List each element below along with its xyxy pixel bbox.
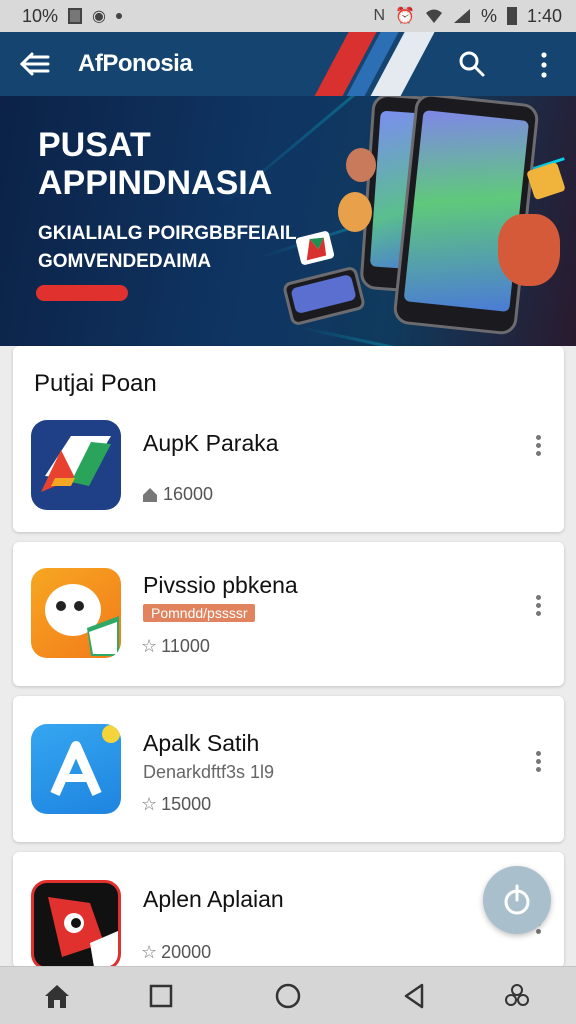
app-icon[interactable] <box>31 880 121 970</box>
battery-icon <box>506 7 517 25</box>
more-options-icon[interactable] <box>526 748 550 780</box>
app-rating: ☆ 15000 <box>141 794 211 815</box>
app-rating-value: 15000 <box>161 794 212 814</box>
wifi-icon <box>425 9 442 23</box>
more-options-icon[interactable] <box>526 592 550 624</box>
app-name: Aplen Aplaian <box>143 886 284 912</box>
promo-banner[interactable]: PUSAT APPINDNASIA GKIALIALG POIRGBBFEIAI… <box>0 96 576 346</box>
assistant-icon[interactable] <box>502 981 532 1011</box>
power-icon <box>504 884 530 915</box>
app-rating: ☆ 20000 <box>141 942 211 963</box>
status-left-text: 10% <box>22 5 59 26</box>
floating-action-button[interactable] <box>483 866 551 934</box>
nfc-icon: N <box>373 7 386 24</box>
more-vert-icon[interactable] <box>532 50 556 80</box>
banner-title: PUSAT APPINDNASIA <box>38 126 272 202</box>
status-time: 1:40 <box>526 5 562 26</box>
home-icon <box>143 487 157 502</box>
banner-cta-bar[interactable] <box>36 285 128 301</box>
app-bar: AfPonosia <box>0 32 576 96</box>
notification-dot-icon <box>116 13 122 19</box>
cell-signal-icon <box>453 9 470 23</box>
star-icon: ☆ <box>141 636 158 656</box>
gallery-icon <box>68 8 83 24</box>
app-card[interactable]: Putjai Poan AupK Paraka 16000 <box>13 346 564 532</box>
dog-mascot-icon <box>338 192 372 232</box>
app-rating-value: 11000 <box>161 636 210 656</box>
eye-icon: ◉ <box>92 8 106 25</box>
back-arrow-icon[interactable] <box>18 50 50 78</box>
star-icon: ☆ <box>141 942 158 962</box>
banner-subtitle: GKIALIALG POIRGBBFEIAIL GOMVENDEDAIMA <box>38 220 297 276</box>
status-bar: 10% ◉ N ⏰ % 1:40 <box>0 0 576 32</box>
app-logo-icon <box>295 230 335 266</box>
app-rating: 16000 <box>141 484 213 505</box>
system-nav-bar <box>0 966 576 1024</box>
app-rating-value: 20000 <box>161 942 212 962</box>
app-title: AfPonosia <box>78 50 193 77</box>
app-icon[interactable] <box>31 724 121 814</box>
app-rating: ☆ 11000 <box>141 636 210 657</box>
app-developer: Denarkdftf3s 1l9 <box>143 762 275 782</box>
home-circle-icon[interactable] <box>273 981 303 1011</box>
banner-title-line: APPINDNASIA <box>38 164 273 202</box>
search-icon[interactable] <box>458 50 486 78</box>
app-name: AupK Paraka <box>143 430 279 456</box>
character-mascot-icon <box>346 148 376 182</box>
banner-title-line: PUSAT <box>38 126 151 164</box>
app-card[interactable]: Aplen Aplaian ☆ 20000 <box>13 852 564 970</box>
app-card[interactable]: Pivssio pbkena Pomndd/pssssr ☆ 11000 <box>13 542 564 686</box>
light-beam <box>299 326 576 346</box>
more-options-icon[interactable] <box>526 432 550 464</box>
app-card[interactable]: Apalk Satih Denarkdftf3s 1l9 ☆ 15000 <box>13 696 564 842</box>
app-name: Apalk Satih <box>143 730 260 756</box>
app-name: Pivssio pbkena <box>143 572 298 598</box>
alarm-icon: ⏰ <box>395 8 415 25</box>
fox-mascot-icon <box>498 214 560 286</box>
back-icon[interactable] <box>400 981 430 1011</box>
recent-apps-icon[interactable] <box>146 981 176 1011</box>
app-badge: Pomndd/pssssr <box>143 604 256 622</box>
home-icon[interactable] <box>42 981 72 1011</box>
app-rating-value: 16000 <box>163 484 214 504</box>
banner-subtitle-line: GKIALIALG POIRGBBFEIAIL <box>38 223 297 244</box>
app-icon[interactable] <box>31 420 121 510</box>
battery-percent: % <box>480 5 497 26</box>
app-icon[interactable] <box>31 568 121 658</box>
star-icon: ☆ <box>141 794 158 814</box>
section-title: Putjai Poan <box>34 370 157 397</box>
banner-subtitle-line: GOMVENDEDAIMA <box>38 251 212 272</box>
